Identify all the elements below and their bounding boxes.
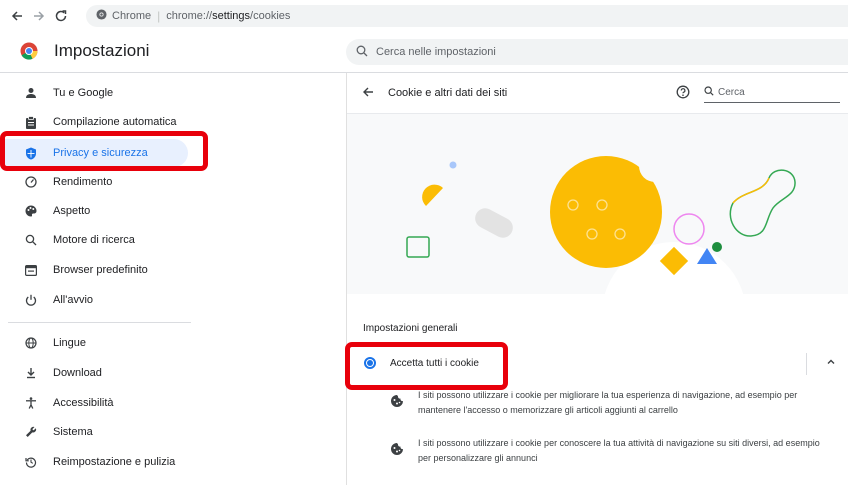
search-icon [23,232,39,248]
cookie-icon [390,394,404,408]
chrome-logo-icon [20,42,38,60]
highlight-privacy [0,131,208,171]
sidebar-item-reset[interactable]: Reimpostazione e pulizia [0,448,188,476]
search-icon [704,86,714,99]
reload-icon[interactable] [52,7,70,25]
settings-header: Impostazioni [0,32,848,72]
sidebar-item-accessibility[interactable]: Accessibilità [0,389,188,417]
address-bar[interactable]: Chrome | chrome://settings/cookies [86,5,848,27]
description-text: I siti possono utilizzare i cookie per c… [418,438,820,463]
cookie-illustration [347,114,848,294]
person-icon [23,85,39,101]
settings-search[interactable] [346,39,848,65]
sidebar-item-languages[interactable]: Lingue [0,329,188,357]
option-divider [806,353,807,375]
accessibility-icon [23,395,39,411]
sidebar-item-performance[interactable]: Rendimento [0,168,188,196]
search-icon [356,45,368,60]
highlight-accept-cookies [345,342,508,390]
back-icon[interactable] [8,7,26,25]
subpage-search[interactable] [704,83,840,103]
sidebar-item-downloads[interactable]: Download [0,359,188,387]
sidebar-item-label: Lingue [53,337,87,349]
section-label: Impostazioni generali [363,323,458,334]
forward-icon[interactable] [30,7,48,25]
option-description-1: I siti possono utilizzare i cookie per m… [390,388,830,418]
description-text: I siti possono utilizzare i cookie per m… [418,390,798,415]
back-arrow-icon[interactable] [361,85,377,101]
cookies-card: Cookie e altri dati dei siti Cerca Impos… [346,73,848,485]
page-title: Impostazioni [54,41,150,60]
site-name: Chrome [112,10,152,22]
sidebar-item-label: Sistema [53,426,93,438]
url-separator: | [157,9,161,23]
wrench-icon [23,424,39,440]
sidebar-item-label: Motore di ricerca [53,234,135,246]
download-icon [23,365,39,381]
sidebar-item-system[interactable]: Sistema [0,418,188,446]
sidebar-item-label: All'avvio [53,294,94,306]
sidebar-item-you-and-google[interactable]: Tu e Google [0,79,188,107]
cookie-icon [390,442,404,456]
sidebar-item-label: Browser predefinito [53,264,148,276]
sidebar-item-label: Compilazione automatica [53,116,177,128]
speedometer-icon [23,174,39,190]
browser-toolbar: Chrome | chrome://settings/cookies [0,0,848,32]
option-description-2: I siti possono utilizzare i cookie per c… [390,436,830,466]
subpage-search-input[interactable] [718,87,828,98]
restore-icon [23,454,39,470]
sidebar-item-search-engine[interactable]: Motore di ricerca [0,226,188,254]
sidebar-item-appearance[interactable]: Aspetto [0,197,188,225]
sidebar-item-label: Reimpostazione e pulizia [53,456,176,468]
sidebar-item-label: Accessibilità [53,397,114,409]
sidebar-item-label: Rendimento [53,176,113,188]
sidebar-item-label: Aspetto [53,205,91,217]
globe-icon [23,335,39,351]
sidebar-item-default-browser[interactable]: Browser predefinito [0,256,188,284]
sidebar-item-label: Download [53,367,102,379]
sidebar-item-on-startup[interactable]: All'avvio [0,286,188,314]
search-input[interactable] [376,46,776,58]
clipboard-icon [23,114,39,130]
power-icon [23,292,39,308]
sidebar-item-label: Tu e Google [53,87,114,99]
sidebar-divider [8,322,191,323]
main-content: Cookie e altri dati dei siti Cerca Impos… [346,73,848,485]
chrome-site-icon [96,9,107,23]
chevron-up-icon[interactable] [825,356,839,370]
browser-icon [23,262,39,278]
subpage-title: Cookie e altri dati dei siti [388,87,508,99]
help-icon[interactable] [676,85,692,101]
cookie-illustration-svg [406,150,796,294]
palette-icon [23,203,39,219]
url-text: chrome://settings/cookies [166,10,291,22]
